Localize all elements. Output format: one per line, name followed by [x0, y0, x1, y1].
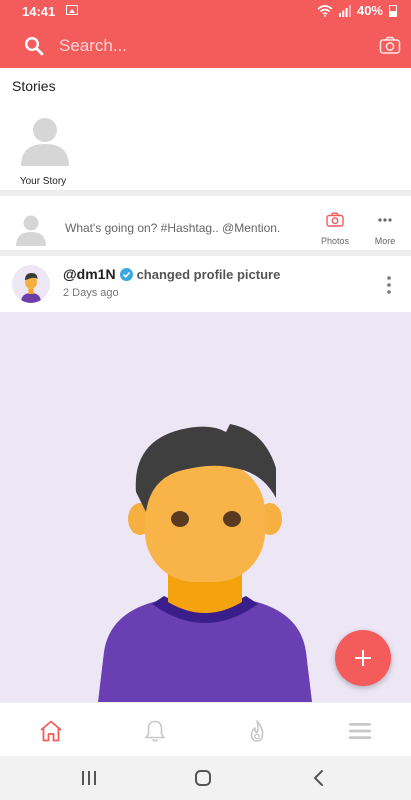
- search-bar: [0, 24, 411, 68]
- avatar[interactable]: [12, 265, 50, 303]
- home-icon[interactable]: [37, 719, 65, 743]
- flame-icon[interactable]: [243, 719, 271, 743]
- camera-icon: [326, 212, 344, 227]
- story-label: Your Story: [19, 176, 67, 187]
- status-bar: 14:41 40%: [0, 0, 411, 24]
- photos-button[interactable]: Photos: [318, 212, 352, 246]
- system-nav-bar: [0, 756, 411, 800]
- post-composer: What's going on? #Hashtag.. @Mention. Ph…: [0, 202, 411, 256]
- composer-input[interactable]: What's going on? #Hashtag.. @Mention.: [65, 221, 280, 235]
- signal-icon: [338, 4, 351, 17]
- verified-badge-icon: [119, 267, 133, 281]
- wifi-icon: [317, 4, 333, 17]
- back-icon[interactable]: [309, 768, 329, 788]
- photos-label: Photos: [320, 236, 350, 246]
- add-post-button[interactable]: [335, 630, 391, 686]
- user-placeholder-icon: [16, 215, 46, 246]
- battery-percent: 40%: [356, 3, 383, 18]
- battery-icon: [389, 4, 397, 17]
- status-time: 14:41: [22, 4, 56, 19]
- bell-icon[interactable]: [141, 719, 169, 743]
- post-header: @dm1N changed profile picture 2 Days ago: [0, 260, 411, 312]
- post-author-line: @dm1N changed profile picture: [63, 266, 280, 282]
- post-username[interactable]: @dm1N: [63, 266, 116, 282]
- hamburger-icon[interactable]: [346, 719, 374, 743]
- search-input[interactable]: [59, 32, 359, 60]
- recent-apps-icon[interactable]: [79, 768, 99, 788]
- more-dots-icon: [378, 218, 392, 222]
- status-right: 40%: [317, 3, 397, 18]
- profile-avatar-icon: [21, 273, 41, 303]
- story-item-your-story[interactable]: Your Story: [16, 112, 74, 187]
- camera-icon[interactable]: [379, 35, 401, 55]
- search-icon[interactable]: [24, 36, 44, 56]
- home-nav-icon[interactable]: [193, 768, 213, 788]
- user-placeholder-icon: [21, 118, 69, 166]
- stories-title: Stories: [12, 78, 56, 94]
- image-notification-icon: [66, 5, 78, 15]
- bottom-tab-bar: [0, 702, 411, 756]
- app-header: 14:41 40%: [0, 0, 411, 68]
- stories-section: Stories Your Story: [0, 68, 411, 196]
- more-button[interactable]: More: [370, 212, 400, 246]
- post-action-text: changed profile picture: [136, 266, 281, 282]
- more-label: More: [374, 236, 396, 246]
- post-options-icon[interactable]: [387, 276, 391, 294]
- post-timestamp: 2 Days ago: [63, 287, 119, 299]
